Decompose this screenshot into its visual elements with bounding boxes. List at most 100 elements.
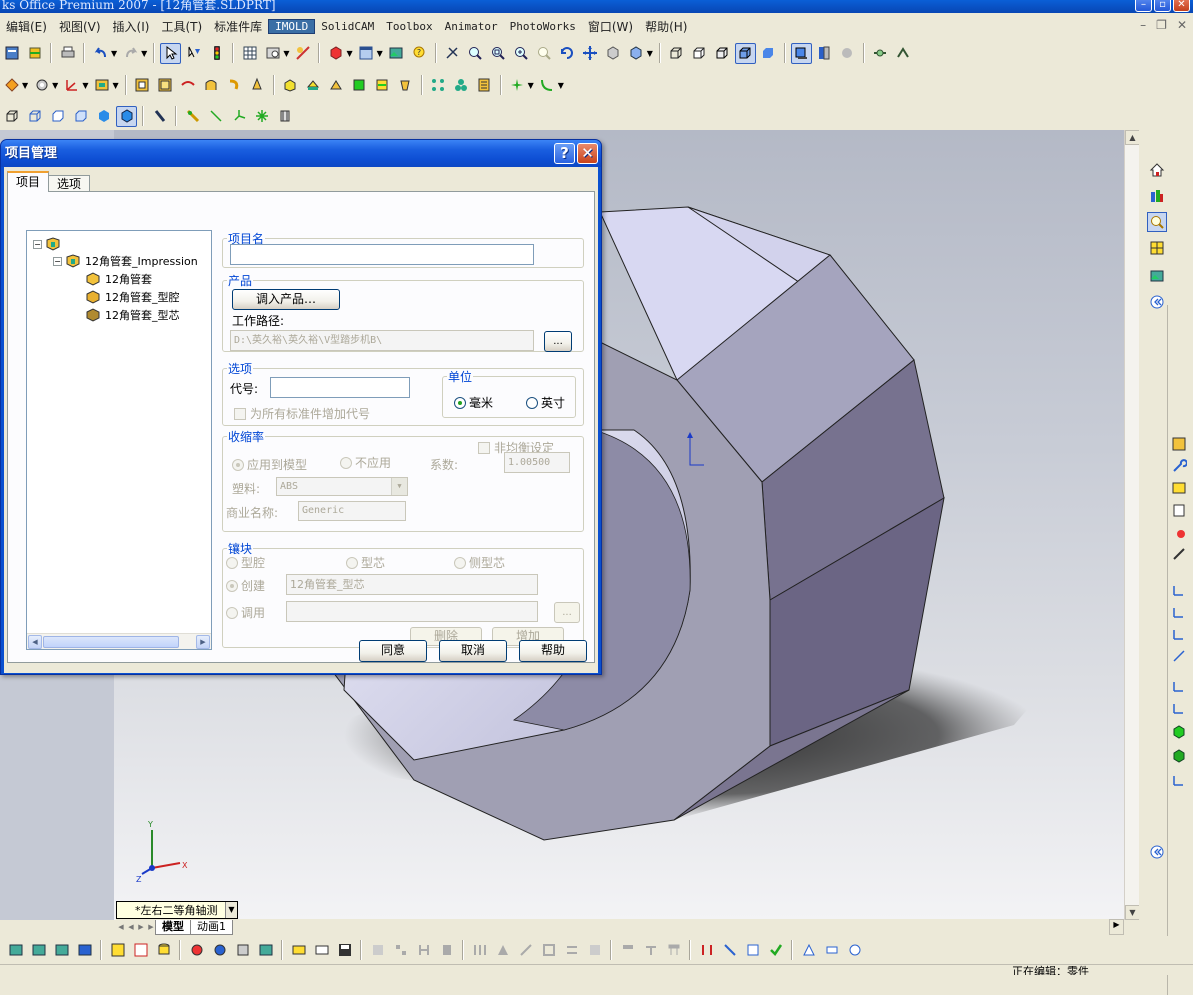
tab-model[interactable]: 模型 — [155, 919, 191, 935]
close-button[interactable]: ✕ — [1173, 0, 1190, 12]
tab-options[interactable]: 选项 — [48, 175, 91, 192]
frame-2-icon[interactable] — [390, 940, 411, 961]
scene-icon[interactable] — [255, 940, 276, 961]
component-gear-dropdown-icon[interactable]: ▼ — [52, 81, 58, 90]
checkbox-box[interactable] — [478, 441, 490, 454]
prev-tab-arrow-icon[interactable]: ◀ — [126, 921, 136, 933]
weld-1-icon[interactable] — [288, 940, 309, 961]
shaded-with-edges-icon[interactable] — [734, 42, 756, 64]
minimize-button[interactable]: – — [1135, 0, 1152, 12]
mold-tool-3-icon[interactable] — [844, 940, 865, 961]
material-2-icon[interactable] — [209, 940, 230, 961]
curve-dropdown-icon[interactable]: ▼ — [558, 81, 564, 90]
project-tree[interactable]: − − 12角管套_Impression 12角管套 12角管套_型腔 12角管… — [26, 230, 212, 650]
browse-path-button[interactable]: ... — [544, 331, 572, 352]
section-view-icon[interactable] — [814, 43, 835, 64]
insert-core-radio[interactable]: 型芯 — [346, 554, 385, 571]
appearance-dropdown-icon[interactable]: ▼ — [346, 49, 352, 58]
view-y-icon[interactable] — [1169, 602, 1189, 622]
sketch-point-icon[interactable] — [182, 106, 203, 127]
slider-icon[interactable] — [303, 75, 324, 96]
insert-icon[interactable] — [280, 75, 301, 96]
render-region-icon[interactable] — [130, 940, 151, 961]
tree-item-cavity[interactable]: 12角管套_型腔 — [85, 288, 180, 306]
orange-diamond-icon[interactable] — [1, 75, 22, 96]
shaded-icon[interactable] — [758, 43, 779, 64]
measure-icon[interactable] — [149, 106, 170, 127]
clipboard-icon[interactable] — [1169, 500, 1189, 520]
save-disk-icon[interactable] — [334, 940, 355, 961]
view-orientation-selector[interactable]: *左右二等角轴测 ▼ — [116, 901, 238, 919]
material-select[interactable]: ABS ▼ — [276, 477, 408, 496]
viewport-vertical-scrollbar[interactable]: ▲ ▼ — [1124, 130, 1140, 920]
chevron-down-icon[interactable]: ▼ — [225, 902, 237, 918]
wireframe-icon[interactable] — [666, 43, 687, 64]
route-2-icon[interactable] — [719, 940, 740, 961]
insert-browse-button[interactable]: ... — [554, 602, 580, 623]
struct-1-icon[interactable] — [469, 940, 490, 961]
undo-dropdown-icon[interactable]: ▼ — [111, 49, 117, 58]
radio-dot[interactable] — [526, 396, 538, 409]
pic-1-icon[interactable] — [5, 940, 26, 961]
options-dropdown-icon[interactable]: ▼ — [283, 49, 289, 58]
sketch-origin-icon[interactable] — [228, 106, 249, 127]
appearance-icon[interactable] — [325, 43, 346, 64]
report-icon[interactable] — [474, 75, 495, 96]
properties-icon[interactable] — [1, 43, 22, 64]
view-orientation-icon[interactable] — [626, 43, 647, 64]
help-bulb-icon[interactable]: ? — [409, 43, 430, 64]
view-shaded-active-icon[interactable] — [116, 105, 137, 127]
view-z-icon[interactable] — [1169, 624, 1189, 644]
cluster-icon[interactable] — [451, 75, 472, 96]
sheet-3-icon[interactable] — [663, 940, 684, 961]
curve-icon[interactable] — [537, 75, 558, 96]
project-name-input[interactable] — [230, 244, 534, 265]
wrench-icon[interactable] — [1169, 456, 1189, 476]
view-iso-x-icon[interactable] — [1169, 676, 1189, 696]
zoom-in-out-icon[interactable] — [511, 43, 532, 64]
spark-icon[interactable] — [507, 75, 528, 96]
sprue-icon[interactable] — [224, 75, 245, 96]
not-apply-radio[interactable]: 不应用 — [340, 454, 391, 471]
sketch-relation-icon[interactable] — [442, 43, 463, 64]
hidden-lines-visible-icon[interactable] — [689, 43, 710, 64]
unit-mm-radio[interactable]: 毫米 — [454, 394, 493, 411]
radio-dot[interactable] — [346, 556, 358, 569]
orange-diamond-dropdown-icon[interactable]: ▼ — [22, 81, 28, 90]
radio-dot[interactable] — [340, 456, 352, 469]
tree-horizontal-scrollbar[interactable]: ◀ ▶ — [27, 633, 211, 649]
view-wire-icon[interactable] — [1, 106, 22, 127]
home-icon[interactable] — [1147, 160, 1167, 180]
traffic-light-icon[interactable] — [206, 43, 227, 64]
green-cube-icon[interactable] — [1169, 722, 1189, 742]
tree-item-part[interactable]: 12角管套 — [85, 270, 152, 288]
cam-simulate-icon[interactable] — [893, 43, 914, 64]
sketch-star-icon[interactable] — [251, 106, 272, 127]
work-path-input[interactable]: D:\英久裕\英久裕\V型踏步机B\ — [230, 330, 534, 351]
tree-item-core[interactable]: 12角管套_型芯 — [85, 306, 180, 324]
maximize-button[interactable]: ▫ — [1154, 0, 1171, 12]
code-input[interactable] — [270, 377, 410, 398]
shadows-icon[interactable] — [790, 42, 812, 64]
cooling-icon[interactable] — [349, 75, 370, 96]
ejector-icon[interactable] — [247, 75, 268, 96]
expand-pane-icon[interactable] — [1147, 292, 1167, 312]
redo-dropdown-icon[interactable]: ▼ — [141, 49, 147, 58]
cooling-channel-icon[interactable] — [372, 75, 393, 96]
green-cube-2-icon[interactable] — [1169, 746, 1189, 766]
view-orientation-dropdown-icon[interactable]: ▼ — [647, 49, 653, 58]
mate-icon[interactable] — [292, 43, 313, 64]
component-gear-icon[interactable] — [31, 75, 52, 96]
mold-core-icon[interactable] — [132, 75, 153, 96]
frame-4-icon[interactable] — [436, 940, 457, 961]
radio-dot[interactable] — [232, 458, 244, 471]
view-palette-icon[interactable] — [1147, 238, 1167, 258]
material-icon[interactable] — [186, 940, 207, 961]
struct-6-icon[interactable] — [584, 940, 605, 961]
collapse-toggle-icon[interactable]: − — [53, 256, 62, 266]
axis-icon[interactable] — [61, 75, 82, 96]
redo-icon[interactable] — [120, 43, 141, 64]
menu-standard-library[interactable]: 标准件库 — [208, 18, 268, 35]
grid-icon[interactable] — [239, 43, 260, 64]
view-shaded-icon[interactable] — [93, 106, 114, 127]
